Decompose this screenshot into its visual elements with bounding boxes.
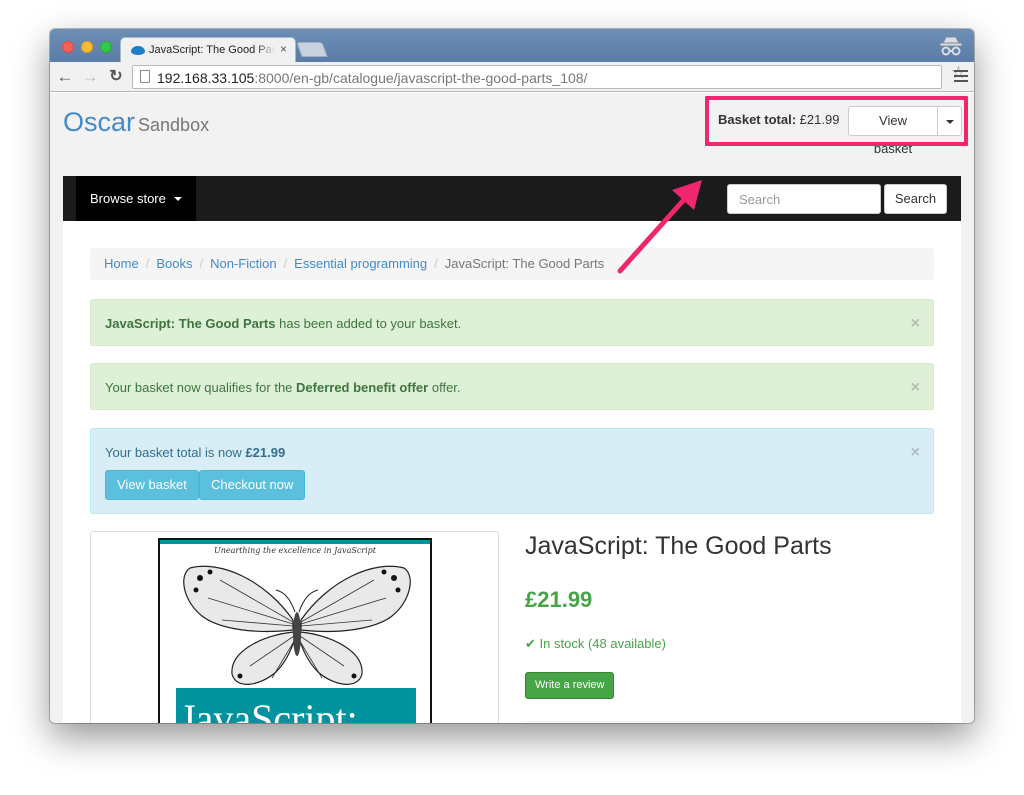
breadcrumb-active: JavaScript: The Good Parts xyxy=(444,256,605,271)
alert-view-basket-button[interactable]: View basket xyxy=(105,470,199,500)
tab-bar: JavaScript: The Good Parts × xyxy=(50,29,974,63)
alert-basket-total: Your basket total is now £21.99 × View b… xyxy=(90,428,934,514)
checkmark-icon: ✔ xyxy=(525,636,536,651)
breadcrumb-non-fiction[interactable]: Non-Fiction xyxy=(210,256,276,271)
close-window-icon[interactable] xyxy=(62,41,74,53)
search-button[interactable]: Search xyxy=(884,184,947,214)
breadcrumb-books[interactable]: Books xyxy=(156,256,192,271)
highlight-annotation-box xyxy=(705,96,968,146)
close-icon[interactable]: × xyxy=(911,379,920,397)
stock-text: In stock (48 available) xyxy=(539,636,666,651)
divider xyxy=(525,721,934,722)
browser-toolbar: ← → ↻ 192.168.33.105:8000/en-gb/catalogu… xyxy=(50,62,974,92)
book-cover[interactable]: Unearthing the excellence in JavaScript xyxy=(158,538,432,723)
chevron-down-icon xyxy=(173,196,182,201)
tab-close-icon[interactable]: × xyxy=(280,42,287,56)
checkout-now-button[interactable]: Checkout now xyxy=(199,470,306,500)
close-icon[interactable]: × xyxy=(911,315,920,333)
breadcrumb: Home / Books / Non-Fiction / Essential program… xyxy=(90,248,934,280)
browser-menu-icon[interactable] xyxy=(954,70,968,82)
page-viewport: Oscar Sandbox Basket total: £21.99 View b… xyxy=(50,93,974,723)
back-arrow-icon[interactable]: ← xyxy=(55,66,75,88)
stock-status: ✔ In stock (48 available) xyxy=(525,636,666,652)
main-content: Home / Books / Non-Fiction / Essential program… xyxy=(63,221,961,723)
address-bar[interactable]: 192.168.33.105:8000/en-gb/catalogue/java… xyxy=(132,65,942,89)
breadcrumb-home[interactable]: Home xyxy=(104,256,139,271)
tab-title: JavaScript: The Good Parts xyxy=(149,44,275,56)
maximize-window-icon[interactable] xyxy=(100,41,112,53)
url-text: 192.168.33.105:8000/en-gb/catalogue/java… xyxy=(157,70,588,86)
alert-offer: Your basket now qualifies for the Deferr… xyxy=(90,363,934,410)
breadcrumb-essential-programming[interactable]: Essential programming xyxy=(294,256,427,271)
alert-added-to-basket: JavaScript: The Good Parts has been adde… xyxy=(90,299,934,346)
close-icon[interactable]: × xyxy=(911,444,920,462)
incognito-icon xyxy=(939,36,963,56)
brand-logo[interactable]: Oscar Sandbox xyxy=(63,107,209,138)
product-image-frame: Unearthing the excellence in JavaScript xyxy=(90,531,499,723)
write-review-button[interactable]: Write a review xyxy=(525,672,615,699)
oscar-favicon-icon xyxy=(131,46,145,55)
main-navbar: Browse store Search xyxy=(63,176,961,221)
brand-name: Oscar xyxy=(63,107,136,137)
cover-title: JavaScript: xyxy=(180,696,358,723)
product-title: JavaScript: The Good Parts xyxy=(525,532,832,560)
browse-store-menu[interactable]: Browse store xyxy=(76,176,196,221)
browser-window: JavaScript: The Good Parts × ← → ↻ 192.1… xyxy=(50,29,974,723)
reload-icon[interactable]: ↻ xyxy=(106,66,126,88)
page-icon xyxy=(140,70,150,83)
tab-active[interactable]: JavaScript: The Good Parts × xyxy=(120,37,296,63)
new-tab-button[interactable] xyxy=(296,42,328,57)
search-input[interactable] xyxy=(727,184,881,214)
butterfly-illustration-icon xyxy=(183,565,411,685)
browse-store-label: Browse store xyxy=(90,191,166,206)
minimize-window-icon[interactable] xyxy=(81,41,93,53)
product-price: £21.99 xyxy=(525,587,593,612)
brand-sub: Sandbox xyxy=(138,115,210,135)
forward-arrow-icon[interactable]: → xyxy=(80,66,100,88)
